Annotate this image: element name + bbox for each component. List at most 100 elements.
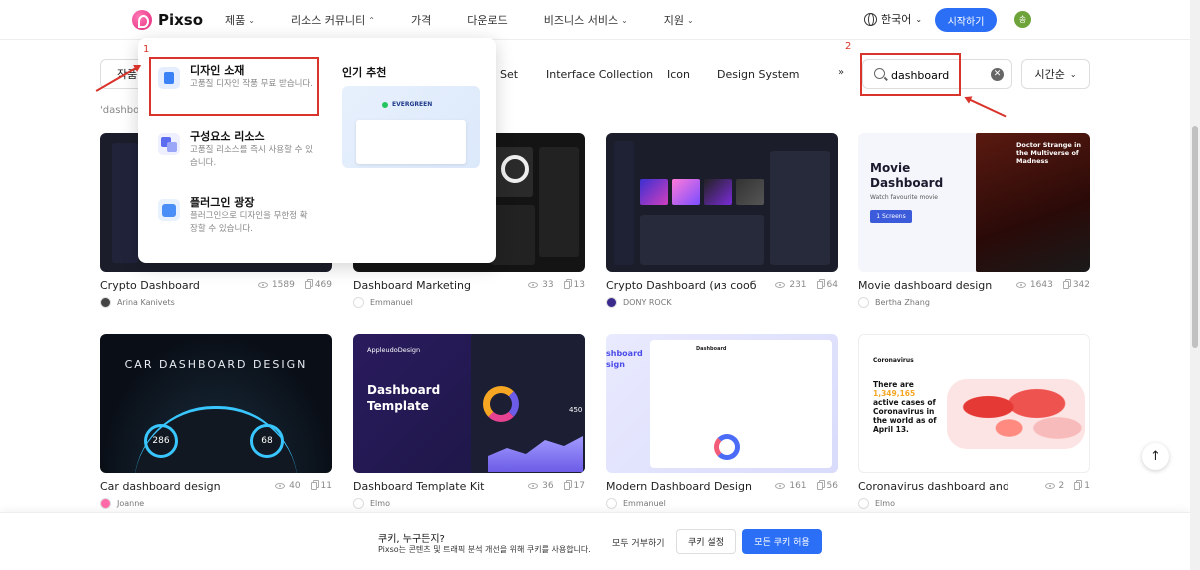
corona-text-2: active cases of Coronavirus in the world…: [873, 398, 937, 434]
thumb-image: [672, 179, 700, 205]
card-thumbnail[interactable]: shboard sign Dashboard: [606, 334, 838, 473]
thumb-image: [704, 179, 732, 205]
view-count: 1589: [271, 280, 295, 290]
eye-icon: [775, 282, 786, 288]
chevron-up-icon: ⌃: [368, 15, 375, 25]
car-speed-right: 68: [250, 424, 284, 458]
copy-count: 1: [1084, 481, 1090, 491]
eye-icon: [775, 483, 786, 489]
card-title[interactable]: Dashboard Template Kit: [353, 480, 503, 493]
kit-donut: [483, 386, 519, 422]
thumb-gauge: [501, 155, 529, 183]
nav-item-pricing[interactable]: 가격: [411, 12, 431, 28]
language-selector[interactable]: 한국어 ⌄: [864, 11, 922, 27]
card-author[interactable]: Joanne: [100, 498, 144, 509]
card-title[interactable]: Crypto Dashboard: [100, 279, 250, 292]
tab-design-system[interactable]: Design System: [717, 68, 800, 81]
view-count: 161: [789, 481, 807, 491]
design-card[interactable]: AppleudoDesign Dashboard Template 450 Da…: [353, 334, 585, 509]
design-card[interactable]: CAR DASHBOARD DESIGN 286 68 Car dashboar…: [100, 334, 332, 509]
card-author[interactable]: Elmo: [858, 498, 895, 509]
nav-item-support[interactable]: 지원 ⌄: [664, 12, 694, 28]
card-title[interactable]: Modern Dashboard Design: [606, 480, 756, 493]
reject-all-cookies-link[interactable]: 모두 거부하기: [612, 536, 665, 549]
annotation-number-2: 2: [845, 41, 852, 52]
menu-item-desc: 고품질 리소스를 즉시 사용할 수 있습니다.: [190, 145, 313, 168]
clear-search-icon[interactable]: ✕: [991, 68, 1004, 81]
eye-icon: [528, 483, 539, 489]
more-tabs-icon[interactable]: »: [838, 67, 844, 78]
card-title[interactable]: Movie dashboard design: [858, 279, 1008, 292]
page-scrollbar[interactable]: [1190, 0, 1200, 570]
cookie-consent-bar: 쿠키, 누구든지? Pixso는 콘텐츠 및 트래픽 분석 개선을 위해 쿠키를…: [0, 512, 1190, 570]
top-navigation-bar: Pixso 제품 ⌄ 리소스 커뮤니티 ⌃ 가격 다운로드 비즈니스 서비스 ⌄…: [0, 0, 1190, 40]
design-card[interactable]: Coronavirus There are 1,349,165 active c…: [858, 334, 1090, 509]
author-name: DONY ROCK: [623, 298, 672, 307]
globe-icon: [864, 12, 877, 26]
logo-text: Pixso: [158, 11, 204, 29]
nav-item-download[interactable]: 다운로드: [467, 12, 507, 28]
author-avatar: [858, 297, 869, 308]
author-avatar: [606, 297, 617, 308]
nav-label: 가격: [411, 14, 432, 27]
card-thumbnail[interactable]: Movie Dashboard Watch favourite movie 1 …: [858, 133, 1090, 272]
menu-item-title: 플러그인 광장: [190, 196, 255, 209]
thumb-panel: [539, 147, 579, 257]
pixso-logo[interactable]: Pixso: [132, 10, 203, 30]
eye-icon: [1015, 282, 1026, 288]
user-avatar[interactable]: 송: [1014, 11, 1031, 28]
scroll-to-top-button[interactable]: ↑: [1142, 443, 1169, 470]
tab-set[interactable]: Set: [500, 68, 518, 81]
copy-icon: [563, 482, 570, 490]
card-title[interactable]: Car dashboard design: [100, 480, 250, 493]
card-thumbnail[interactable]: CAR DASHBOARD DESIGN 286 68: [100, 334, 332, 473]
design-card[interactable]: Movie Dashboard Watch favourite movie 1 …: [858, 133, 1090, 308]
popular-recommendation-label: 인기 추천: [342, 66, 387, 79]
nav-item-resource-community[interactable]: 리소스 커뮤니티 ⌃: [291, 12, 375, 28]
card-stats: 40 11: [275, 481, 332, 491]
popular-card-text: EVERGREEN: [392, 101, 433, 108]
copy-count: 64: [826, 280, 838, 290]
design-card[interactable]: Crypto Dashboard (из сооб… 231 64 DONY R…: [606, 133, 838, 308]
card-author[interactable]: Emmanuel: [353, 297, 413, 308]
chevron-down-icon: ⌄: [621, 15, 628, 25]
author-avatar: [353, 297, 364, 308]
card-author[interactable]: Emmanuel: [606, 498, 666, 509]
card-author[interactable]: Arina Kanivets: [100, 297, 175, 308]
popular-recommendation-card[interactable]: EVERGREEN: [342, 86, 480, 168]
card-title[interactable]: Crypto Dashboard (из сооб…: [606, 279, 756, 292]
start-button[interactable]: 시작하기: [935, 8, 997, 32]
modern-donut: [714, 434, 740, 460]
card-thumbnail[interactable]: AppleudoDesign Dashboard Template 450: [353, 334, 585, 473]
kit-title: Dashboard Template: [367, 383, 441, 413]
tab-interface-collection[interactable]: Interface Collection: [546, 68, 653, 81]
cookie-settings-button[interactable]: 쿠키 설정: [676, 529, 736, 554]
thumb-sidebar: [614, 141, 634, 265]
author-name: Bertha Zhang: [875, 298, 930, 307]
tab-icon[interactable]: Icon: [667, 68, 690, 81]
component-resource-icon: [158, 133, 180, 155]
card-author[interactable]: Elmo: [353, 498, 390, 509]
view-count: 231: [789, 280, 807, 290]
copy-count: 13: [573, 280, 585, 290]
sort-select[interactable]: 시간순 ⌄: [1021, 59, 1090, 89]
copy-icon: [1074, 482, 1081, 490]
card-author[interactable]: Bertha Zhang: [858, 297, 930, 308]
nav-label: 지원: [663, 14, 685, 27]
movie-thumb-title: Movie Dashboard: [870, 161, 944, 190]
author-name: Joanne: [117, 499, 145, 508]
card-title[interactable]: Dashboard Marketing: [353, 279, 503, 292]
card-thumbnail[interactable]: [606, 133, 838, 272]
search-result-label: 'dashbo: [100, 105, 140, 116]
scrollbar-thumb[interactable]: [1192, 126, 1198, 348]
card-title[interactable]: Coronavirus dashboard and…: [858, 480, 1008, 493]
nav-item-products[interactable]: 제품 ⌄: [225, 12, 255, 28]
card-author[interactable]: DONY ROCK: [606, 297, 672, 308]
nav-item-business-services[interactable]: 비즈니스 서비스 ⌄: [544, 12, 628, 28]
design-card[interactable]: shboard sign Dashboard Modern Dashboard …: [606, 334, 838, 509]
thumb-panel: [640, 215, 764, 265]
copy-count: 11: [320, 481, 332, 491]
accept-all-cookies-button[interactable]: 모든 쿠키 허용: [742, 529, 822, 554]
card-thumbnail[interactable]: Coronavirus There are 1,349,165 active c…: [858, 334, 1090, 473]
card-stats: 33 13: [528, 280, 585, 290]
